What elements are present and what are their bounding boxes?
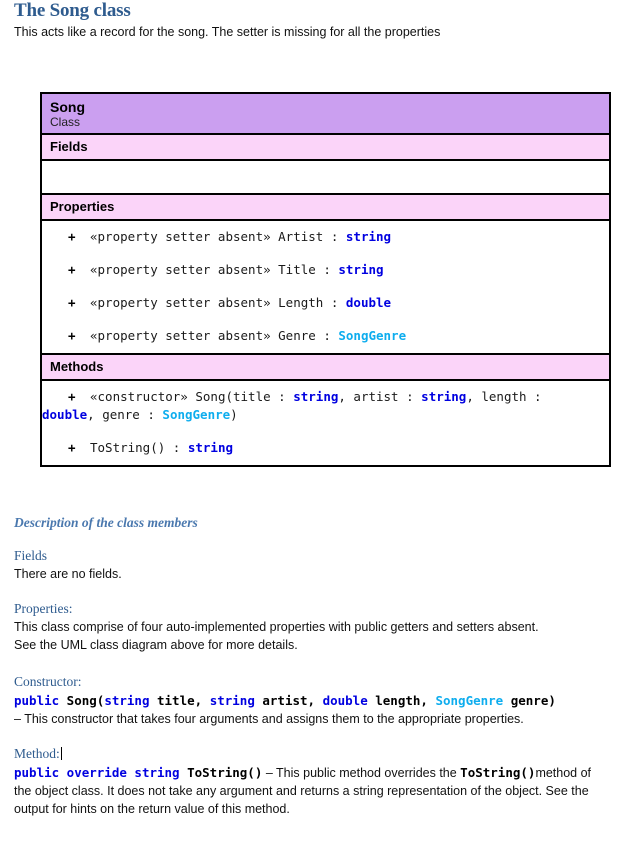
uml-properties-section-header: Properties <box>42 195 609 221</box>
visibility-marker: + <box>68 262 76 277</box>
uml-property-row: + «property setter absent» Length : doubl… <box>42 287 609 320</box>
visibility-marker: + <box>68 295 76 310</box>
description-fields-section: Fields There are no fields. <box>14 547 606 583</box>
fields-section-text: There are no fields. <box>14 567 122 581</box>
property-name: Genre <box>278 328 316 343</box>
uml-fields-body <box>42 161 609 195</box>
uml-fields-section-header: Fields <box>42 135 609 161</box>
property-separator: : <box>323 229 346 244</box>
constructor-signature-close: ) <box>230 407 238 422</box>
uml-class-name: Song <box>50 99 85 115</box>
constructor-stereotype: «constructor» <box>90 389 188 404</box>
constructor-signature-open: Song(title : <box>195 389 294 404</box>
method-section-heading-text: Method: <box>14 746 60 761</box>
visibility-marker: + <box>68 229 76 244</box>
page-title: The Song class <box>14 0 131 21</box>
property-stereotype: «property setter absent» <box>90 229 271 244</box>
uml-property-row: + «property setter absent» Artist : strin… <box>42 221 609 254</box>
visibility-marker: + <box>68 389 76 404</box>
properties-section-heading: Properties: <box>14 601 73 616</box>
uml-methods-section-header: Methods <box>42 355 609 381</box>
constructor-section-heading: Constructor: <box>14 674 82 689</box>
fields-section-heading: Fields <box>14 548 48 563</box>
property-name: Title <box>278 262 316 277</box>
code-keyword-override: override <box>59 765 127 780</box>
property-stereotype: «property setter absent» <box>90 295 271 310</box>
property-separator: : <box>315 262 339 277</box>
property-separator: : <box>315 328 339 343</box>
code-type-string-1: string <box>104 693 150 708</box>
constructor-param4-type: SongGenre <box>162 407 231 422</box>
uml-class-header: Song Class <box>42 94 609 135</box>
property-type: string <box>345 229 392 244</box>
description-properties-section: Properties: This class comprise of four … <box>14 600 606 654</box>
property-stereotype: «property setter absent» <box>90 262 271 277</box>
method-section-body: public override string ToString() – This… <box>14 763 606 818</box>
code-arg-title: title, <box>149 693 210 708</box>
description-heading: Description of the class members <box>14 515 198 530</box>
constructor-param2-tail: , length : <box>466 389 542 404</box>
visibility-marker: + <box>68 328 76 343</box>
code-keyword-string: string <box>126 765 180 780</box>
description-constructor-section: Constructor: public Song(string title, s… <box>14 673 606 728</box>
method-name: ToString() : <box>90 440 188 455</box>
method-note-part-a: – This public method overrides the <box>262 766 461 780</box>
uml-method-row: + ToString() : string <box>42 432 609 465</box>
constructor-section-note: – This constructor that takes four argum… <box>14 712 524 726</box>
code-type-string-2: string <box>209 693 255 708</box>
uml-class-kind: Class <box>50 115 81 129</box>
uml-properties-body: + «property setter absent» Artist : strin… <box>42 221 609 355</box>
uml-methods-body: + «constructor» Song(title : string, arti… <box>42 381 609 465</box>
property-type: double <box>345 295 392 310</box>
property-name: Length <box>278 295 324 310</box>
properties-section-line1: This class comprise of four auto-impleme… <box>14 620 539 634</box>
constructor-code-line: public Song(string title, string artist,… <box>14 691 606 710</box>
property-type: string <box>338 262 384 277</box>
visibility-marker: + <box>68 440 76 455</box>
constructor-param1-type: string <box>293 389 339 404</box>
uml-property-row: + «property setter absent» Title : string <box>42 254 609 287</box>
property-stereotype: «property setter absent» <box>90 328 271 343</box>
method-return-type: string <box>187 440 233 455</box>
description-method-section: Method: public override string ToString(… <box>14 745 606 818</box>
method-section-heading: Method: <box>14 745 606 763</box>
code-arg-artist: artist, <box>254 693 323 708</box>
code-arg-genre: genre) <box>503 693 556 708</box>
text-caret <box>60 747 62 760</box>
constructor-param3-tail: , genre : <box>87 407 163 422</box>
code-keyword-public: public <box>14 693 60 708</box>
method-note-inline-code: ToString() <box>460 765 536 780</box>
constructor-param1-tail: , artist : <box>338 389 422 404</box>
code-type-songgenre: SongGenre <box>435 693 504 708</box>
code-method-name: ToString() <box>179 765 263 780</box>
constructor-param3-type: double <box>42 407 88 422</box>
uml-constructor-row: + «constructor» Song(title : string, arti… <box>42 381 609 432</box>
properties-section-line2: See the UML class diagram above for more… <box>14 638 298 652</box>
property-type: SongGenre <box>338 328 407 343</box>
code-arg-length: length, <box>367 693 436 708</box>
page-subtitle: This acts like a record for the song. Th… <box>14 25 441 39</box>
uml-property-row: + «property setter absent» Genre : SongGe… <box>42 320 609 353</box>
constructor-param2-type: string <box>421 389 467 404</box>
property-separator: : <box>323 295 346 310</box>
code-keyword-public: public <box>14 765 60 780</box>
code-type-double: double <box>322 693 368 708</box>
property-name: Artist <box>278 229 324 244</box>
uml-class-diagram: Song Class Fields Properties + «property … <box>40 92 611 467</box>
code-constructor-name: Song( <box>59 693 105 708</box>
